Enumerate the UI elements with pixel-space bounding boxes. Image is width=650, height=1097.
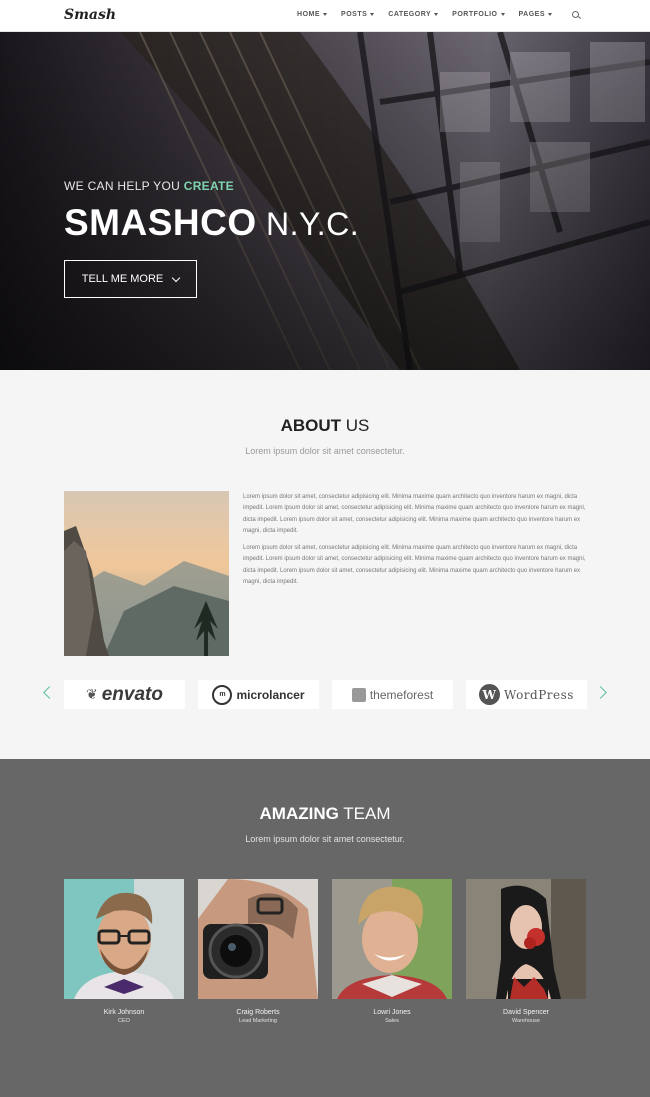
nav-pages[interactable]: PAGES (518, 11, 552, 18)
caret-down-icon (548, 13, 552, 16)
about-paragraph-2: Lorem ipsum dolor sit amet, consectetur … (243, 545, 586, 586)
about-heading-light: US (341, 416, 370, 435)
team-heading: AMAZING TEAM (0, 804, 650, 824)
member-photo[interactable] (332, 879, 452, 999)
partner-microlancer-label: microlancer (236, 687, 305, 702)
nav-posts[interactable]: POSTS (341, 11, 375, 18)
about-text: Lorem ipsum dolor sit amet, consectetur … (243, 492, 588, 594)
about-mountain-image (64, 491, 229, 656)
caret-down-icon (434, 13, 439, 16)
tell-me-more-label: TELL ME MORE (81, 273, 164, 285)
nav-category[interactable]: CATEGORY (388, 11, 439, 18)
caret-down-icon (323, 13, 328, 16)
partner-themeforest[interactable]: themeforest (332, 680, 453, 709)
team-heading-light: TEAM (338, 804, 391, 823)
nav-posts-label: POSTS (341, 11, 368, 18)
hero-title-bold: SMASHCO (64, 202, 257, 243)
caret-down-icon (370, 13, 375, 16)
member-role: Warehouse (512, 1018, 540, 1024)
partner-themeforest-label: themeforest (369, 687, 434, 702)
team-member-card: Craig Roberts Lead Marketing (198, 879, 318, 1024)
hero-title: SMASHCO N.Y.C. (64, 202, 359, 244)
chevron-right-icon[interactable] (594, 686, 607, 699)
member-name: David Spencer (503, 1009, 549, 1016)
partner-carousel: ❦ envato m microlancer themeforest W Wor… (0, 680, 650, 710)
team-subtitle: Lorem ipsum dolor sit amet consectetur. (245, 834, 405, 844)
tell-me-more-button[interactable]: TELL ME MORE (64, 260, 197, 298)
main-menu: HOME POSTS CATEGORY PORTFOLIO PAGES (297, 11, 580, 18)
hero-title-light: N.Y.C. (256, 206, 360, 242)
site-logo[interactable]: Smash (64, 7, 116, 23)
about-heading-bold: ABOUT (280, 416, 342, 435)
member-name: Kirk Johnson (103, 1009, 145, 1016)
hero-subtitle-accent: CREATE (183, 179, 234, 193)
wordpress-badge-icon: W (479, 684, 501, 705)
member-role: Lead Marketing (239, 1018, 277, 1024)
microlancer-badge-icon: m (212, 684, 233, 705)
member-photo[interactable] (64, 879, 184, 999)
team-member-card: Lowri Jones Sales (332, 879, 452, 1024)
hero-subtitle-prefix: WE CAN HELP YOU (64, 179, 184, 193)
hero-subtitle: WE CAN HELP YOU CREATE (64, 179, 234, 193)
nav-category-label: CATEGORY (388, 11, 432, 18)
envato-leaf-icon: ❦ (86, 686, 98, 702)
member-name: Lowri Jones (373, 1009, 411, 1016)
nav-home-label: HOME (297, 11, 321, 18)
team-member-card: Kirk Johnson CEO (64, 879, 184, 1024)
library-background-image (0, 32, 650, 370)
about-paragraph-1: Lorem ipsum dolor sit amet, consectetur … (243, 494, 586, 534)
member-photo[interactable] (466, 879, 586, 999)
themeforest-badge-icon (351, 687, 366, 702)
caret-down-icon (500, 13, 505, 16)
chevron-down-icon (172, 273, 181, 282)
top-navbar: Smash HOME POSTS CATEGORY PORTFOLIO PAGE… (0, 0, 650, 32)
about-subtitle: Lorem ipsum dolor sit amet consectetur. (245, 446, 405, 456)
nav-home[interactable]: HOME (297, 11, 328, 18)
about-heading: ABOUT US (0, 416, 650, 436)
partner-envato-label: envato (101, 683, 163, 705)
member-role: CEO (118, 1018, 130, 1024)
team-section: AMAZING TEAM Lorem ipsum dolor sit amet … (0, 759, 650, 1097)
partner-wordpress-label: WordPress (504, 687, 574, 702)
chevron-left-icon[interactable] (43, 686, 56, 699)
search-icon[interactable] (572, 11, 579, 18)
nav-pages-label: PAGES (518, 11, 545, 18)
partner-envato[interactable]: ❦ envato (64, 680, 185, 709)
member-name: Craig Roberts (236, 1009, 280, 1016)
partner-microlancer[interactable]: m microlancer (198, 680, 319, 709)
nav-portfolio-label: PORTFOLIO (452, 11, 498, 18)
partner-wordpress[interactable]: W WordPress (466, 680, 587, 709)
member-role: Sales (385, 1018, 399, 1024)
member-photo[interactable] (198, 879, 318, 999)
hero-banner: WE CAN HELP YOU CREATE SMASHCO N.Y.C. TE… (0, 32, 650, 370)
team-heading-bold: AMAZING (259, 804, 339, 823)
team-member-card: David Spencer Warehouse (466, 879, 586, 1024)
nav-portfolio[interactable]: PORTFOLIO (452, 11, 505, 18)
